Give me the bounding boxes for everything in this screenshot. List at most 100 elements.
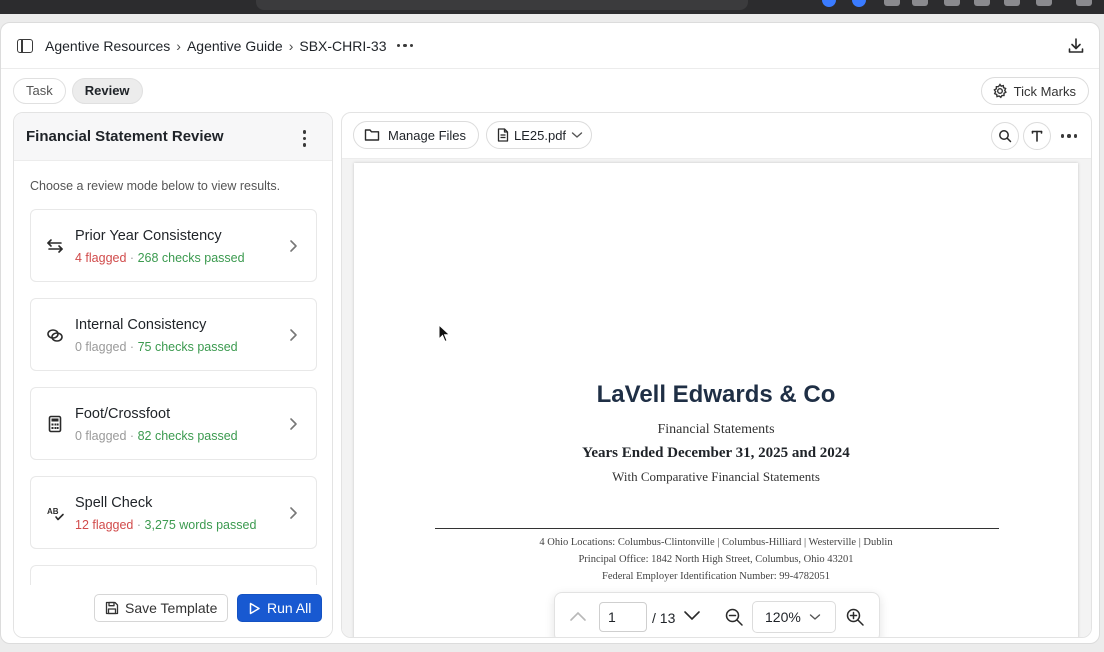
text-tool-icon bbox=[1031, 130, 1043, 142]
previous-page-icon[interactable] bbox=[569, 610, 587, 622]
chevron-down-icon bbox=[571, 132, 583, 138]
extension-icon[interactable] bbox=[1036, 0, 1052, 6]
stat-separator: · bbox=[129, 251, 135, 265]
viewer-toolbar: Manage Files LE25.pdf bbox=[342, 113, 1091, 159]
zoom-select[interactable]: 120% bbox=[752, 601, 836, 633]
zoom-value: 120% bbox=[765, 609, 801, 625]
chevron-down-icon bbox=[809, 614, 821, 620]
breadcrumb-separator: › bbox=[176, 37, 181, 54]
browser-menu-icon[interactable] bbox=[1076, 0, 1092, 6]
passed-count: 82 checks passed bbox=[137, 429, 238, 443]
manage-files-button[interactable]: Manage Files bbox=[353, 121, 480, 149]
review-mode-prior-year[interactable]: Prior Year Consistency 4 flagged · 268 c… bbox=[30, 209, 317, 282]
breadcrumb-separator: › bbox=[288, 37, 294, 54]
mouse-cursor-icon bbox=[438, 324, 451, 343]
tab-task[interactable]: Task bbox=[13, 78, 66, 104]
extension-icon[interactable] bbox=[1004, 0, 1020, 6]
flagged-count: 0 flagged bbox=[75, 429, 127, 443]
swap-arrows-icon bbox=[47, 239, 63, 253]
page-total: / 13 bbox=[652, 610, 676, 626]
passed-count: 268 checks passed bbox=[137, 251, 245, 265]
breadcrumb-current: SBX-CHRI-33 bbox=[299, 37, 387, 54]
download-icon[interactable] bbox=[1067, 37, 1085, 55]
sidebar-toggle-icon[interactable] bbox=[17, 38, 33, 53]
document-viewer: Manage Files LE25.pdf LaVell Edwards & C… bbox=[341, 112, 1092, 638]
run-all-button[interactable]: Run All bbox=[237, 594, 323, 622]
review-mode-foot-crossfoot[interactable]: Foot/Crossfoot 0 flagged · 82 checks pas… bbox=[30, 387, 317, 460]
zoom-in-icon[interactable] bbox=[845, 607, 865, 627]
document-period: Years Ended December 31, 2025 and 2024 bbox=[582, 445, 850, 461]
viewer-more-icon[interactable] bbox=[1060, 134, 1077, 138]
extension-icon[interactable] bbox=[974, 0, 990, 6]
review-mode-internal[interactable]: Internal Consistency 0 flagged · 75 chec… bbox=[30, 298, 317, 371]
extension-icon[interactable] bbox=[822, 0, 836, 7]
chevron-right-icon bbox=[290, 329, 297, 341]
breadcrumb-item[interactable]: Agentive Resources bbox=[45, 38, 170, 54]
spell-check-icon: AB bbox=[47, 507, 64, 521]
page-number-input[interactable]: 1 bbox=[599, 602, 647, 632]
document-locations: 4 Ohio Locations: Columbus-Clintonville … bbox=[539, 537, 893, 548]
stat-separator: · bbox=[129, 340, 135, 354]
review-panel-footer: Save Template Run All bbox=[14, 585, 332, 637]
review-panel: Financial Statement Review Choose a revi… bbox=[13, 112, 333, 638]
extension-icon[interactable] bbox=[852, 0, 866, 7]
mode-tabs: Task Review bbox=[13, 78, 143, 104]
manage-files-label: Manage Files bbox=[388, 127, 467, 143]
flagged-count: 0 flagged bbox=[75, 340, 127, 354]
file-icon bbox=[497, 128, 509, 142]
document-note: With Comparative Financial Statements bbox=[612, 469, 820, 484]
extension-icon[interactable] bbox=[884, 0, 900, 6]
passed-count: 75 checks passed bbox=[137, 340, 238, 354]
review-mode-stats: 4 flagged · 268 checks passed bbox=[75, 251, 245, 265]
file-name: LE25.pdf bbox=[514, 127, 567, 143]
breadcrumb-item[interactable]: Agentive Guide bbox=[187, 38, 283, 54]
app-window: Agentive Resources › Agentive Guide › SB… bbox=[0, 22, 1100, 644]
stat-separator: · bbox=[129, 429, 135, 443]
search-icon bbox=[999, 130, 1012, 143]
chevron-right-icon bbox=[290, 507, 297, 519]
document-company-name: LaVell Edwards & Co bbox=[596, 381, 836, 408]
review-mode-spell-check[interactable]: AB Spell Check 12 flagged · 3,275 words … bbox=[30, 476, 317, 549]
extension-icon[interactable] bbox=[912, 0, 928, 6]
tick-marks-button[interactable]: Tick Marks bbox=[980, 77, 1089, 105]
review-mode-title: Foot/Crossfoot bbox=[75, 406, 171, 422]
file-select[interactable]: LE25.pdf bbox=[486, 121, 593, 149]
more-options-icon[interactable] bbox=[396, 43, 414, 48]
tab-review[interactable]: Review bbox=[71, 78, 143, 104]
review-mode-title: Internal Consistency bbox=[75, 317, 207, 333]
page-controls: 1 / 13 120% bbox=[554, 592, 880, 637]
play-icon bbox=[249, 602, 260, 614]
link-rings-icon bbox=[47, 329, 63, 342]
stat-separator: · bbox=[136, 518, 142, 532]
gear-icon bbox=[993, 83, 1007, 99]
run-all-label: Run All bbox=[267, 600, 312, 616]
review-mode-list: Prior Year Consistency 4 flagged · 268 c… bbox=[30, 209, 317, 611]
extension-icon[interactable] bbox=[944, 0, 960, 6]
browser-chrome bbox=[0, 0, 1104, 14]
review-mode-title: Spell Check bbox=[75, 495, 153, 511]
document-viewport[interactable]: LaVell Edwards & Co Financial Statements… bbox=[342, 159, 1091, 637]
text-tool-button[interactable] bbox=[1023, 122, 1051, 150]
tick-marks-label: Tick Marks bbox=[1013, 83, 1076, 99]
review-mode-title: Prior Year Consistency bbox=[75, 228, 222, 244]
top-bar: Agentive Resources › Agentive Guide › SB… bbox=[1, 23, 1099, 69]
zoom-out-icon[interactable] bbox=[724, 607, 744, 627]
review-mode-stats: 0 flagged · 82 checks passed bbox=[75, 429, 238, 443]
save-template-label: Save Template bbox=[125, 600, 218, 616]
panel-menu-icon[interactable] bbox=[302, 130, 306, 147]
address-bar[interactable] bbox=[256, 0, 748, 10]
flagged-count: 4 flagged bbox=[75, 251, 127, 265]
document-ein: Federal Employer Identification Number: … bbox=[601, 571, 831, 582]
save-template-button[interactable]: Save Template bbox=[94, 594, 229, 622]
review-mode-stats: 0 flagged · 75 checks passed bbox=[75, 340, 238, 354]
next-page-icon[interactable] bbox=[683, 610, 701, 622]
review-panel-header: Financial Statement Review bbox=[14, 113, 332, 161]
calculator-icon bbox=[48, 415, 62, 433]
document-office: Principal Office: 1842 North High Street… bbox=[578, 554, 854, 565]
chevron-right-icon bbox=[290, 240, 297, 252]
svg-text:AB: AB bbox=[47, 507, 59, 516]
search-button[interactable] bbox=[991, 122, 1019, 150]
chevron-right-icon bbox=[290, 418, 297, 430]
passed-count: 3,275 words passed bbox=[144, 518, 257, 532]
flagged-count: 12 flagged bbox=[75, 518, 134, 532]
